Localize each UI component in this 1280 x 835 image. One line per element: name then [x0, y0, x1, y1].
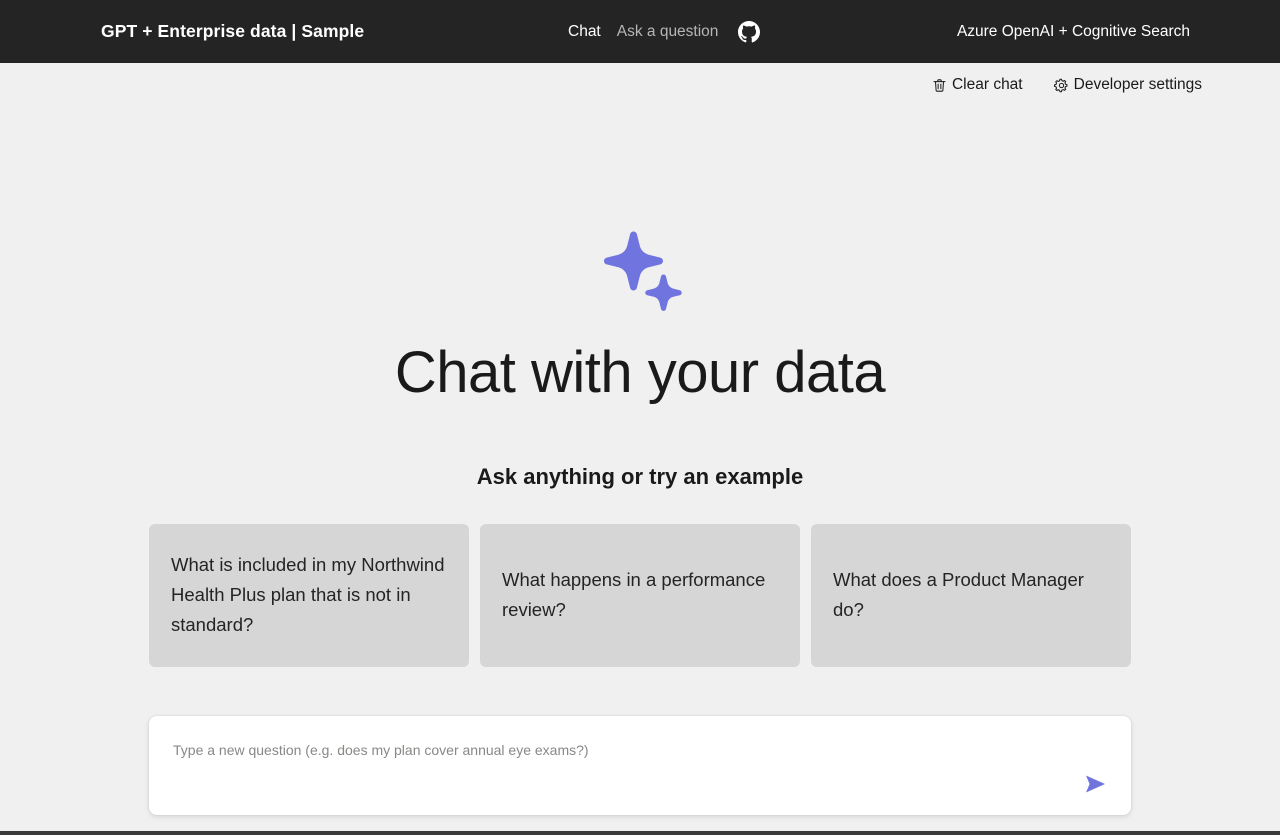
example-list: What is included in my Northwind Health … — [149, 524, 1131, 667]
chat-empty-state: Chat with your data Ask anything or try … — [149, 227, 1131, 667]
command-bar: Clear chat Developer settings — [0, 63, 1280, 107]
gear-icon — [1053, 77, 1070, 94]
app-header: GPT + Enterprise data | Sample Chat Ask … — [0, 0, 1280, 63]
developer-settings-label: Developer settings — [1074, 76, 1202, 94]
sparkle-icon — [590, 227, 690, 317]
send-icon — [1081, 771, 1109, 800]
example-card[interactable]: What happens in a performance review? — [480, 524, 800, 667]
send-question-button[interactable] — [1073, 765, 1117, 805]
app-title: GPT + Enterprise data | Sample — [101, 21, 364, 42]
page-subtitle: Ask anything or try an example — [477, 464, 803, 490]
page-title: Chat with your data — [395, 343, 885, 404]
example-card[interactable]: What does a Product Manager do? — [811, 524, 1131, 667]
header-nav: Chat Ask a question — [560, 21, 760, 43]
example-card[interactable]: What is included in my Northwind Health … — [149, 524, 469, 667]
header-subtitle: Azure OpenAI + Cognitive Search — [957, 23, 1190, 41]
clear-chat-button[interactable]: Clear chat — [929, 72, 1025, 98]
trash-icon — [931, 77, 948, 94]
developer-settings-button[interactable]: Developer settings — [1051, 72, 1204, 98]
question-input[interactable] — [173, 742, 1061, 758]
question-input-area — [149, 716, 1131, 815]
question-input-box[interactable] — [149, 716, 1131, 815]
bottom-strip — [0, 831, 1280, 835]
nav-link-chat[interactable]: Chat — [560, 23, 609, 41]
github-icon[interactable] — [738, 21, 760, 43]
app-root: GPT + Enterprise data | Sample Chat Ask … — [0, 0, 1280, 835]
clear-chat-label: Clear chat — [952, 76, 1023, 94]
nav-link-ask-a-question[interactable]: Ask a question — [609, 23, 727, 41]
